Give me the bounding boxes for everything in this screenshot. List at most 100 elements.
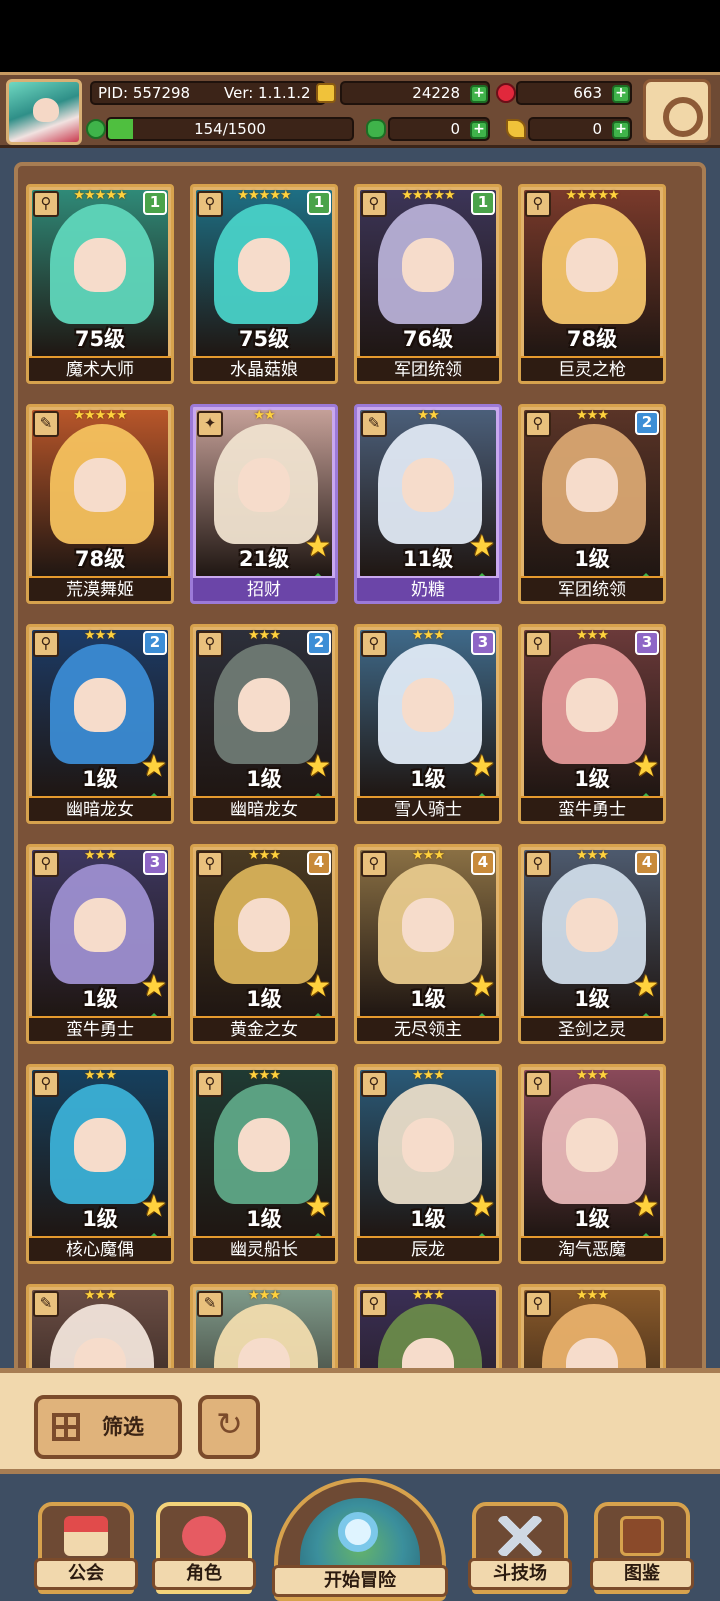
star-upgrade-icon: ★ — [468, 1189, 496, 1224]
hero-card[interactable]: ★★★★★ ⚲ 78级 巨灵之枪 — [518, 184, 666, 384]
rank-badge: 2 — [635, 411, 659, 435]
star-upgrade-icon: ★ — [632, 969, 660, 1004]
hero-name: 招财 — [193, 576, 335, 601]
nav-character[interactable]: 角色 — [152, 1502, 256, 1594]
hero-card[interactable]: ★★★★★ ⚲ 1 76级 军团统领 — [354, 184, 502, 384]
stamina-icon — [86, 119, 106, 139]
info-pill: PID: 557298 Ver: 1.1.1.2 — [90, 81, 326, 105]
refresh-icon[interactable] — [198, 1395, 260, 1459]
hero-panel: ★★★★★ ⚲ 1 75级 魔术大师 ★ ★ ★ ★ ★ ⚲ 1 75级水晶菇娘 ★★★★★ ⚲ 1 76级 军团… — [0, 148, 720, 1382]
grid-filter-icon — [52, 1413, 80, 1441]
hero-card[interactable]: ★★★ ⚲ 1级 ★ 核心魔偶 — [26, 1064, 174, 1264]
hero-card[interactable]: ★★★ ⚲ 4 1级 ★ 圣剑之灵 — [518, 844, 666, 1044]
version-label: Ver: 1.1.1.2 — [224, 84, 311, 102]
hero-name: 蛮牛勇士 — [29, 1016, 171, 1041]
hero-name: 幽灵船长 — [193, 1236, 335, 1261]
hero-name: 淘气恶魔 — [521, 1236, 663, 1261]
hero-name: 黄金之女 — [193, 1016, 335, 1041]
rank-badge: 1 — [307, 191, 331, 215]
hero-face — [402, 678, 454, 732]
hero-card[interactable]: ★★ ✦ 21级 ★ 招财 — [190, 404, 338, 604]
hero-face — [402, 458, 454, 512]
bottom-area: 筛选 公会 角色 开始冒险 斗技场 图鉴 — [0, 1368, 720, 1601]
hero-card[interactable]: ★★★ ⚲ 2 1级 ★ 幽暗龙女 — [26, 624, 174, 824]
hero-face — [238, 458, 290, 512]
class-icon: ✎ — [197, 1291, 223, 1317]
hero-card[interactable]: ★★★★★ ⚲ 1 75级 魔术大师 — [26, 184, 174, 384]
stamina-amount: 154/1500 — [194, 120, 266, 138]
class-icon: ✦ — [197, 411, 223, 437]
class-icon: ⚲ — [197, 1071, 223, 1097]
hero-card[interactable]: ★★★ ⚲ 1级 ★ 辰龙 — [354, 1064, 502, 1264]
gold-coin-icon — [316, 83, 336, 103]
class-icon: ⚲ — [525, 191, 551, 217]
star-upgrade-icon: ★ — [140, 749, 168, 784]
nav-guild[interactable]: 公会 — [34, 1502, 138, 1594]
nav-codex[interactable]: 图鉴 — [590, 1502, 694, 1594]
hero-face — [402, 1118, 454, 1172]
settings-gear-icon[interactable] — [643, 79, 711, 143]
hero-card[interactable]: ★★★ ⚲ 4 1级 ★ 无尽领主 — [354, 844, 502, 1044]
hero-name: 巨灵之枪 — [521, 356, 663, 381]
hero-face — [238, 1118, 290, 1172]
top-bar: PID: 557298 Ver: 1.1.1.2 24228 + 663 + 1… — [0, 72, 720, 148]
rank-badge: 3 — [143, 851, 167, 875]
star-upgrade-icon: ★ — [468, 749, 496, 784]
hero-level: 78级 — [566, 327, 618, 351]
hero-card[interactable]: ★★★ ⚲ 2 1级 ★ 幽暗龙女 — [190, 624, 338, 824]
hero-name: 军团统领 — [521, 576, 663, 601]
guild-house-icon — [64, 1516, 108, 1556]
book-icon — [620, 1516, 664, 1556]
hero-level: 1级 — [574, 547, 610, 571]
class-icon: ⚲ — [525, 1071, 551, 1097]
class-icon: ⚲ — [33, 851, 59, 877]
hero-grid: ★★★★★ ⚲ 1 75级 魔术大师 ★ ★ ★ ★ ★ ⚲ 1 75级水晶菇娘 ★★★★★ ⚲ 1 76级 军团… — [14, 162, 706, 1382]
class-icon: ✎ — [33, 411, 59, 437]
hero-face — [566, 678, 618, 732]
star-upgrade-icon: ★ — [304, 749, 332, 784]
star-upgrade-icon: ★ — [304, 529, 332, 564]
add-gold-button[interactable]: + — [470, 85, 488, 103]
hero-card[interactable]: ★★★ ⚲ 1级 ★ 幽灵船长 — [190, 1064, 338, 1264]
hero-face — [74, 458, 126, 512]
hero-face — [402, 898, 454, 952]
nav-codex-label: 图鉴 — [590, 1558, 694, 1590]
star-upgrade-icon: ★ — [140, 969, 168, 1004]
rank-badge: 3 — [635, 631, 659, 655]
star-upgrade-icon: ★ — [632, 1189, 660, 1224]
hero-card[interactable]: ★★★★★ ⚲ 1 75级 水晶菇娘 — [190, 184, 338, 384]
filter-bar: 筛选 — [0, 1368, 720, 1474]
hero-card[interactable]: ★★★ ⚲ 3 1级 ★ 蛮牛勇士 — [26, 844, 174, 1044]
nav-adventure[interactable]: 开始冒险 — [272, 1478, 448, 1601]
hero-level: 75级 — [238, 327, 290, 351]
player-id: PID: 557298 — [98, 84, 191, 102]
hero-card[interactable]: ★★★ ⚲ 3 1级 ★ 蛮牛勇士 — [518, 624, 666, 824]
hero-name: 圣剑之灵 — [521, 1016, 663, 1041]
hero-level: 78级 — [74, 547, 126, 571]
gold-amount: 24228 — [412, 84, 460, 102]
class-icon: ⚲ — [361, 191, 387, 217]
nav-arena[interactable]: 斗技场 — [468, 1502, 572, 1594]
hero-card[interactable]: ★★★★★ ✎ 78级 荒漠舞姬 — [26, 404, 174, 604]
hero-card[interactable]: ★★★ ⚲ 3 1级 ★ 雪人骑士 — [354, 624, 502, 824]
character-face-icon — [182, 1516, 226, 1556]
hero-name: 蛮牛勇士 — [521, 796, 663, 821]
rank-badge: 4 — [471, 851, 495, 875]
hero-name: 水晶菇娘 — [193, 356, 335, 381]
hero-card[interactable]: ★★ ✎ 11级 ★ 奶糖 — [354, 404, 502, 604]
add-key-button[interactable]: + — [612, 121, 630, 139]
filter-button[interactable]: 筛选 — [34, 1395, 182, 1459]
hero-card[interactable]: ★★★ ⚲ 1级 ★ 淘气恶魔 — [518, 1064, 666, 1264]
hero-face — [566, 458, 618, 512]
clover-icon — [366, 119, 386, 139]
class-icon: ⚲ — [525, 411, 551, 437]
add-clover-button[interactable]: + — [470, 121, 488, 139]
hero-card[interactable]: ★★★ ⚲ 2 1级 军团统领 — [518, 404, 666, 604]
add-gem-button[interactable]: + — [612, 85, 630, 103]
hero-face — [566, 1118, 618, 1172]
hero-face — [74, 238, 126, 292]
hero-card[interactable]: ★★★ ⚲ 4 1级 ★ 黄金之女 — [190, 844, 338, 1044]
hero-face — [238, 898, 290, 952]
player-avatar[interactable] — [6, 79, 82, 145]
hero-level: 76级 — [402, 327, 454, 351]
